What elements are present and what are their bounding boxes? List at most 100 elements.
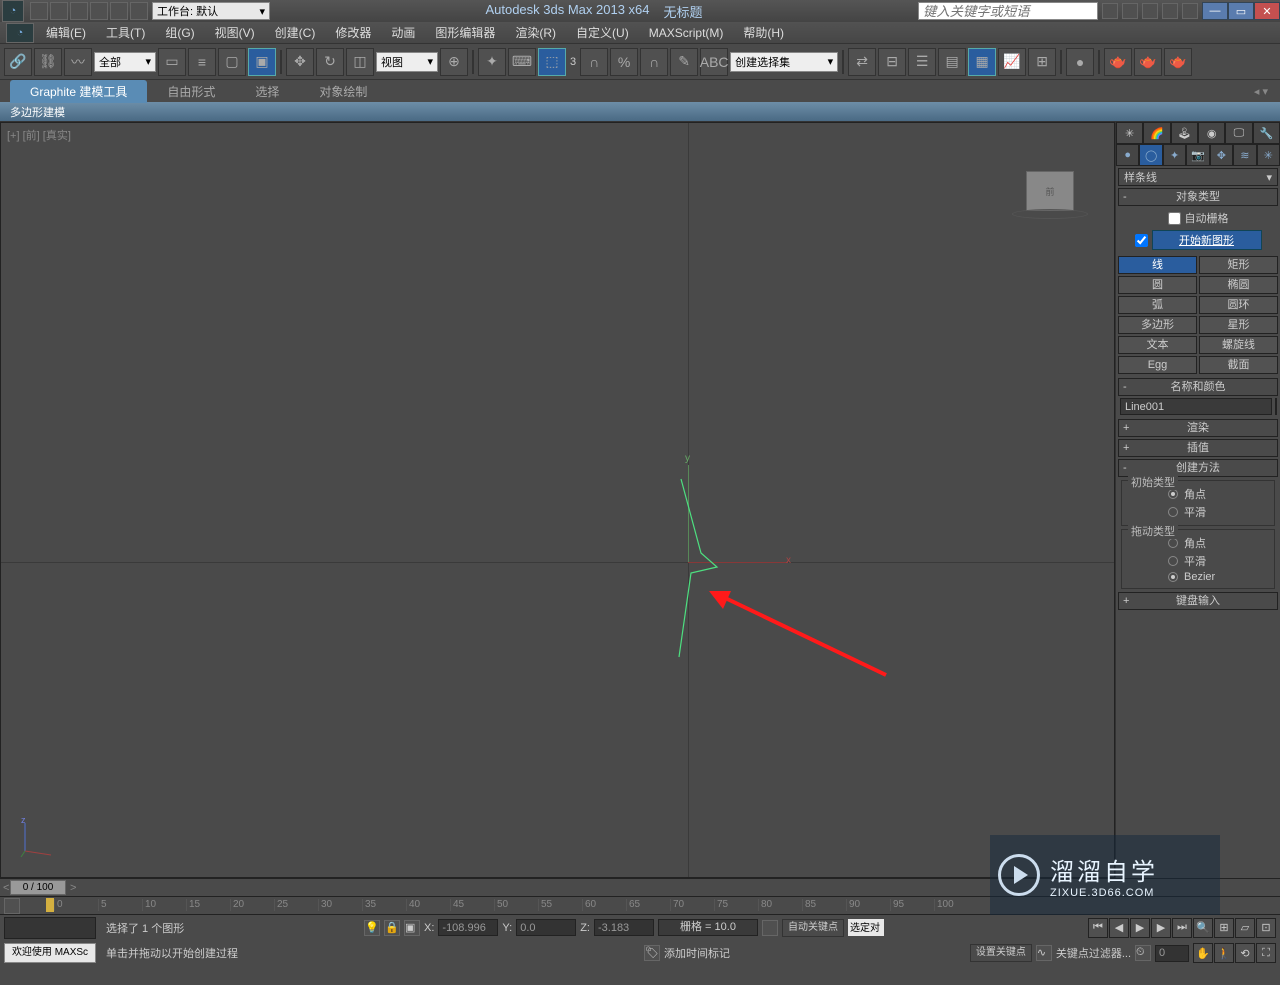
scale-icon[interactable]: ◫: [346, 48, 374, 76]
start-new-shape-button[interactable]: 开始新图形: [1152, 230, 1262, 250]
object-color-swatch[interactable]: [1275, 398, 1277, 415]
radio-drag-bezier[interactable]: Bezier: [1128, 570, 1268, 584]
timeline-left-arrow[interactable]: <: [0, 882, 6, 894]
coord-y-input[interactable]: [516, 919, 576, 936]
help-icon[interactable]: [1182, 3, 1198, 19]
timeline-right-arrow[interactable]: >: [70, 882, 76, 894]
graphite-toggle-icon[interactable]: ▦: [968, 48, 996, 76]
auto-grid-checkbox[interactable]: [1168, 212, 1181, 225]
maximize-button[interactable]: ▭: [1228, 2, 1254, 20]
curve-editor-icon[interactable]: 📈: [998, 48, 1026, 76]
btn-line[interactable]: 线: [1118, 256, 1197, 274]
viewport-front[interactable]: [+] [前] [真实] x y 前 z: [0, 122, 1115, 878]
window-crossing-icon[interactable]: ▣: [248, 48, 276, 76]
ribbon-panel-poly[interactable]: 多边形建模: [0, 102, 1280, 122]
nav-zoomall-icon[interactable]: ⊞: [1214, 918, 1234, 938]
btn-ellipse[interactable]: 椭圆: [1199, 276, 1278, 294]
panel-tab-modify[interactable]: 🌈: [1143, 122, 1170, 144]
manipulate-icon[interactable]: ✦: [478, 48, 506, 76]
layers-icon[interactable]: ☰: [908, 48, 936, 76]
selection-filter-dropdown[interactable]: 全部▾: [94, 52, 156, 72]
binoculars-icon[interactable]: [1102, 3, 1118, 19]
add-time-tag-label[interactable]: 添加时间标记: [664, 945, 730, 961]
rollout-keyboard-entry[interactable]: +键盘输入: [1118, 592, 1278, 610]
rollout-name-color[interactable]: -名称和颜色: [1118, 378, 1278, 396]
app-icon[interactable]: ◔: [6, 23, 34, 43]
btn-text[interactable]: 文本: [1118, 336, 1197, 354]
current-frame-input[interactable]: [1155, 945, 1189, 962]
btn-arc[interactable]: 弧: [1118, 296, 1197, 314]
render-setup-icon[interactable]: 🫖: [1104, 48, 1132, 76]
nav-fov-icon[interactable]: ▱: [1235, 918, 1255, 938]
ribbon-collapse-icon[interactable]: ◂ ▾: [1242, 85, 1280, 98]
time-slider[interactable]: 0 / 100: [10, 880, 66, 895]
nav-orbit-icon[interactable]: ⟲: [1235, 943, 1255, 963]
goto-start-icon[interactable]: ⏮: [1088, 918, 1108, 938]
nav-maximize-icon[interactable]: ⛶: [1256, 943, 1276, 963]
menu-grapheditors[interactable]: 图形编辑器: [425, 21, 505, 44]
btn-egg[interactable]: Egg: [1118, 356, 1197, 374]
angle-snap-icon[interactable]: ∩: [580, 48, 608, 76]
next-frame-icon[interactable]: ▶: [1151, 918, 1171, 938]
rotate-icon[interactable]: ↻: [316, 48, 344, 76]
menu-edit[interactable]: 编辑(E): [36, 21, 96, 44]
link-icon[interactable]: 🔗: [4, 48, 32, 76]
create-cameras-icon[interactable]: 📷: [1186, 144, 1209, 166]
key-filters-label[interactable]: 关键点过滤器...: [1056, 945, 1131, 961]
named-sel-icon[interactable]: ABC: [700, 48, 728, 76]
create-geometry-icon[interactable]: ●: [1116, 144, 1139, 166]
use-center-icon[interactable]: ⊕: [440, 48, 468, 76]
select-object-icon[interactable]: ▭: [158, 48, 186, 76]
panel-tab-display[interactable]: 🖵: [1225, 122, 1252, 144]
coord-z-input[interactable]: [594, 919, 654, 936]
minimize-button[interactable]: —: [1202, 2, 1228, 20]
panel-tab-motion[interactable]: ◉: [1198, 122, 1225, 144]
material-editor-icon[interactable]: ●: [1066, 48, 1094, 76]
close-button[interactable]: ✕: [1254, 2, 1280, 20]
radio-init-smooth[interactable]: 平滑: [1128, 503, 1268, 521]
create-systems-icon[interactable]: ✳: [1257, 144, 1280, 166]
key-selected-dropdown[interactable]: 选定对: [848, 919, 884, 936]
maxscript-mini-listener[interactable]: [4, 917, 96, 939]
btn-section[interactable]: 截面: [1199, 356, 1278, 374]
create-lights-icon[interactable]: ✦: [1163, 144, 1186, 166]
rollout-object-type[interactable]: -对象类型: [1118, 188, 1278, 206]
app-menu-button[interactable]: ◔: [2, 0, 24, 22]
snaps-toggle-icon[interactable]: ⬚: [538, 48, 566, 76]
btn-ngon[interactable]: 多边形: [1118, 316, 1197, 334]
menu-tools[interactable]: 工具(T): [96, 21, 155, 44]
auto-key-button[interactable]: 自动关键点: [782, 919, 844, 937]
isolate-icon[interactable]: ▣: [404, 920, 420, 936]
named-selection-dropdown[interactable]: 创建选择集▾: [730, 52, 838, 72]
coord-x-input[interactable]: [438, 919, 498, 936]
menu-animation[interactable]: 动画: [381, 21, 425, 44]
btn-circle[interactable]: 圆: [1118, 276, 1197, 294]
key-mode-icon[interactable]: ∿: [1036, 945, 1052, 961]
edit-named-sel-icon[interactable]: ✎: [670, 48, 698, 76]
btn-helix[interactable]: 螺旋线: [1199, 336, 1278, 354]
menu-create[interactable]: 创建(C): [265, 21, 326, 44]
qat-undo[interactable]: [90, 2, 108, 20]
rollout-render[interactable]: +渲染: [1118, 419, 1278, 437]
ribbon-tab-freeform[interactable]: 自由形式: [147, 80, 235, 103]
qat-new[interactable]: [30, 2, 48, 20]
create-helpers-icon[interactable]: ✥: [1210, 144, 1233, 166]
play-icon[interactable]: ▶: [1130, 918, 1150, 938]
keyboard-shortcut-icon[interactable]: ⌨: [508, 48, 536, 76]
select-region-icon[interactable]: ▢: [218, 48, 246, 76]
unlink-icon[interactable]: ⛓: [34, 48, 62, 76]
viewcube-ring[interactable]: [1012, 209, 1088, 219]
wrench-icon[interactable]: [1122, 3, 1138, 19]
selection-lock-icon[interactable]: 💡: [364, 920, 380, 936]
start-new-shape-checkbox[interactable]: [1135, 234, 1148, 247]
trackbar-current-frame[interactable]: [46, 898, 54, 912]
ref-coord-dropdown[interactable]: 视图▾: [376, 52, 438, 72]
menu-modifiers[interactable]: 修改器: [325, 21, 381, 44]
bind-spacewarp-icon[interactable]: 〰: [64, 48, 92, 76]
prev-frame-icon[interactable]: ◀: [1109, 918, 1129, 938]
workspace-dropdown[interactable]: 工作台: 默认▾: [152, 2, 270, 20]
help-search-input[interactable]: [918, 2, 1098, 20]
viewport-label[interactable]: [+] [前] [真实]: [7, 127, 71, 143]
schematic-view-icon[interactable]: ⊞: [1028, 48, 1056, 76]
spinner-snap-icon[interactable]: ∩: [640, 48, 668, 76]
